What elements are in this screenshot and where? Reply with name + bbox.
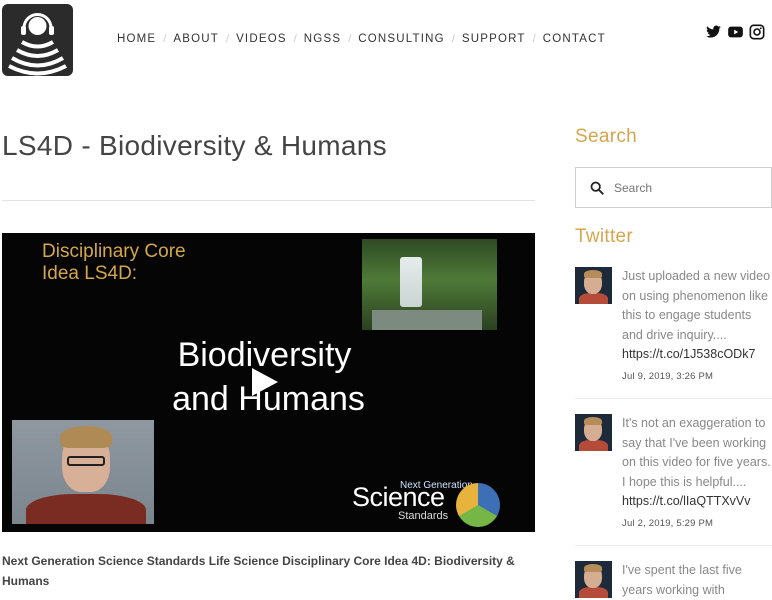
nav-about[interactable]: ABOUT — [173, 33, 219, 45]
avatar[interactable] — [575, 561, 612, 598]
divider — [2, 200, 535, 201]
ngss-pie-icon — [456, 483, 500, 527]
nav-separator: / — [163, 33, 167, 45]
main-nav: HOME / ABOUT / VIDEOS / NGSS / CONSULTIN… — [117, 33, 606, 45]
twitter-icon[interactable] — [705, 24, 722, 40]
search-heading: Search — [575, 126, 638, 147]
nav-separator: / — [293, 33, 297, 45]
page-title: LS4D - Biodiversity & Humans — [2, 130, 387, 161]
site-logo[interactable] — [2, 4, 73, 76]
tweet-text: It's not an exaggeration to say that I'v… — [622, 416, 771, 489]
tweet-date[interactable]: Jul 9, 2019, 3:26 PM — [622, 367, 772, 387]
nav-contact[interactable]: CONTACT — [543, 33, 606, 45]
nav-ngss[interactable]: NGSS — [304, 33, 341, 45]
presenter-image — [12, 420, 154, 524]
ngss-logo: Next Generation Science Standards — [352, 480, 473, 522]
nav-support[interactable]: SUPPORT — [462, 33, 526, 45]
social-links — [705, 24, 766, 40]
video-player[interactable]: Disciplinary Core Idea LS4D: Biodiversit… — [2, 233, 535, 532]
headphones-logo-icon — [8, 13, 67, 76]
video-dci-heading: Disciplinary Core Idea LS4D: — [42, 241, 186, 285]
tweet-link[interactable]: https://t.co/1J538cODk7 — [622, 345, 772, 365]
divider — [575, 545, 772, 546]
nav-separator: / — [532, 33, 536, 45]
nav-separator: / — [451, 33, 455, 45]
search-box[interactable] — [575, 167, 772, 208]
play-icon[interactable] — [252, 368, 278, 396]
video-dci-line2: Idea LS4D: — [42, 263, 138, 284]
search-icon — [590, 181, 604, 195]
nav-home[interactable]: HOME — [117, 33, 156, 45]
tweet-date[interactable]: Jul 2, 2019, 5:29 PM — [622, 514, 772, 534]
instagram-icon[interactable] — [749, 24, 766, 40]
avatar[interactable] — [575, 414, 612, 451]
divider — [575, 398, 772, 399]
nav-separator: / — [348, 33, 352, 45]
nav-videos[interactable]: VIDEOS — [236, 33, 287, 45]
waterfall-image — [362, 239, 497, 330]
tweet-text: Just uploaded a new video on using pheno… — [622, 269, 771, 342]
youtube-icon[interactable] — [727, 24, 744, 40]
nav-consulting[interactable]: CONSULTING — [358, 33, 445, 45]
twitter-heading: Twitter — [575, 226, 634, 247]
video-dci-line1: Disciplinary Core — [42, 241, 186, 262]
tweet-link[interactable]: https://t.co/lIaQTTXvVv — [622, 492, 772, 512]
search-input[interactable] — [614, 180, 764, 195]
ngss-standards: Standards — [398, 510, 449, 522]
nav-separator: / — [226, 33, 230, 45]
video-caption: Next Generation Science Standards Life S… — [2, 554, 515, 588]
avatar[interactable] — [575, 267, 612, 304]
tweet-text: I've spent the last five years working w… — [622, 563, 742, 597]
